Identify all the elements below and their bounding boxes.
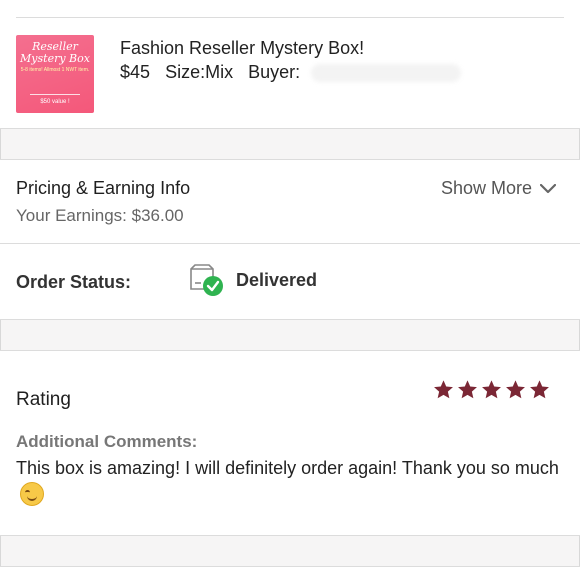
star-icon [506, 380, 525, 399]
order-status-section: Order Status: Delivered [0, 244, 580, 319]
buyer-name-redacted [311, 64, 462, 83]
thumbnail-title: Reseller Mystery Box [16, 41, 94, 65]
additional-comments-label: Additional Comments: [16, 432, 198, 451]
star-icon [530, 380, 549, 399]
show-more-button[interactable]: Show More [441, 178, 556, 199]
divider [0, 535, 580, 536]
order-status-label: Order Status: [16, 272, 132, 292]
rating-stars [433, 379, 550, 400]
your-earnings: Your Earnings: $36.00 [16, 206, 184, 225]
star-icon [482, 380, 501, 399]
comment-block: This box is amazing! I will definitely o… [16, 456, 566, 507]
smiling-face-emoji-icon [20, 482, 44, 507]
thumbnail-small-text: 5-8 items! Allmost 1 NWT item. [20, 67, 90, 73]
next-section-edge [0, 567, 580, 580]
show-more-label: Show More [440, 178, 532, 198]
thumbnail-value: $50 value ! [40, 99, 70, 105]
thumbnail-divider [30, 94, 80, 95]
order-status-value: Delivered [236, 270, 318, 290]
top-divider [16, 17, 564, 18]
delivered-box-icon [190, 264, 223, 296]
rating-section: Rating Additional Comments: This box is … [0, 351, 580, 535]
divider [0, 128, 580, 129]
pricing-heading: Pricing & Earning Info [16, 178, 191, 198]
order-meta: $45 Size:Mix Buyer: [120, 62, 471, 83]
order-price: $45 [120, 62, 151, 82]
divider [0, 319, 580, 320]
pricing-section: Pricing & Earning Info Your Earnings: $3… [0, 160, 580, 243]
star-icon [458, 380, 477, 399]
comment-text: This box is amazing! I will definitely o… [16, 458, 559, 478]
thumbnail-line2: Mystery Box [20, 52, 90, 65]
product-thumbnail[interactable]: Reseller Mystery Box 5-8 items! Allmost … [16, 35, 94, 113]
order-size: Size:Mix [165, 62, 234, 82]
star-icon [434, 380, 453, 399]
order-summary[interactable]: Reseller Mystery Box 5-8 items! Allmost … [0, 0, 580, 128]
buyer-label: Buyer: [248, 62, 301, 82]
rating-title: Rating [16, 389, 71, 410]
chevron-down-icon [540, 183, 556, 193]
order-title[interactable]: Fashion Reseller Mystery Box! [120, 38, 364, 59]
